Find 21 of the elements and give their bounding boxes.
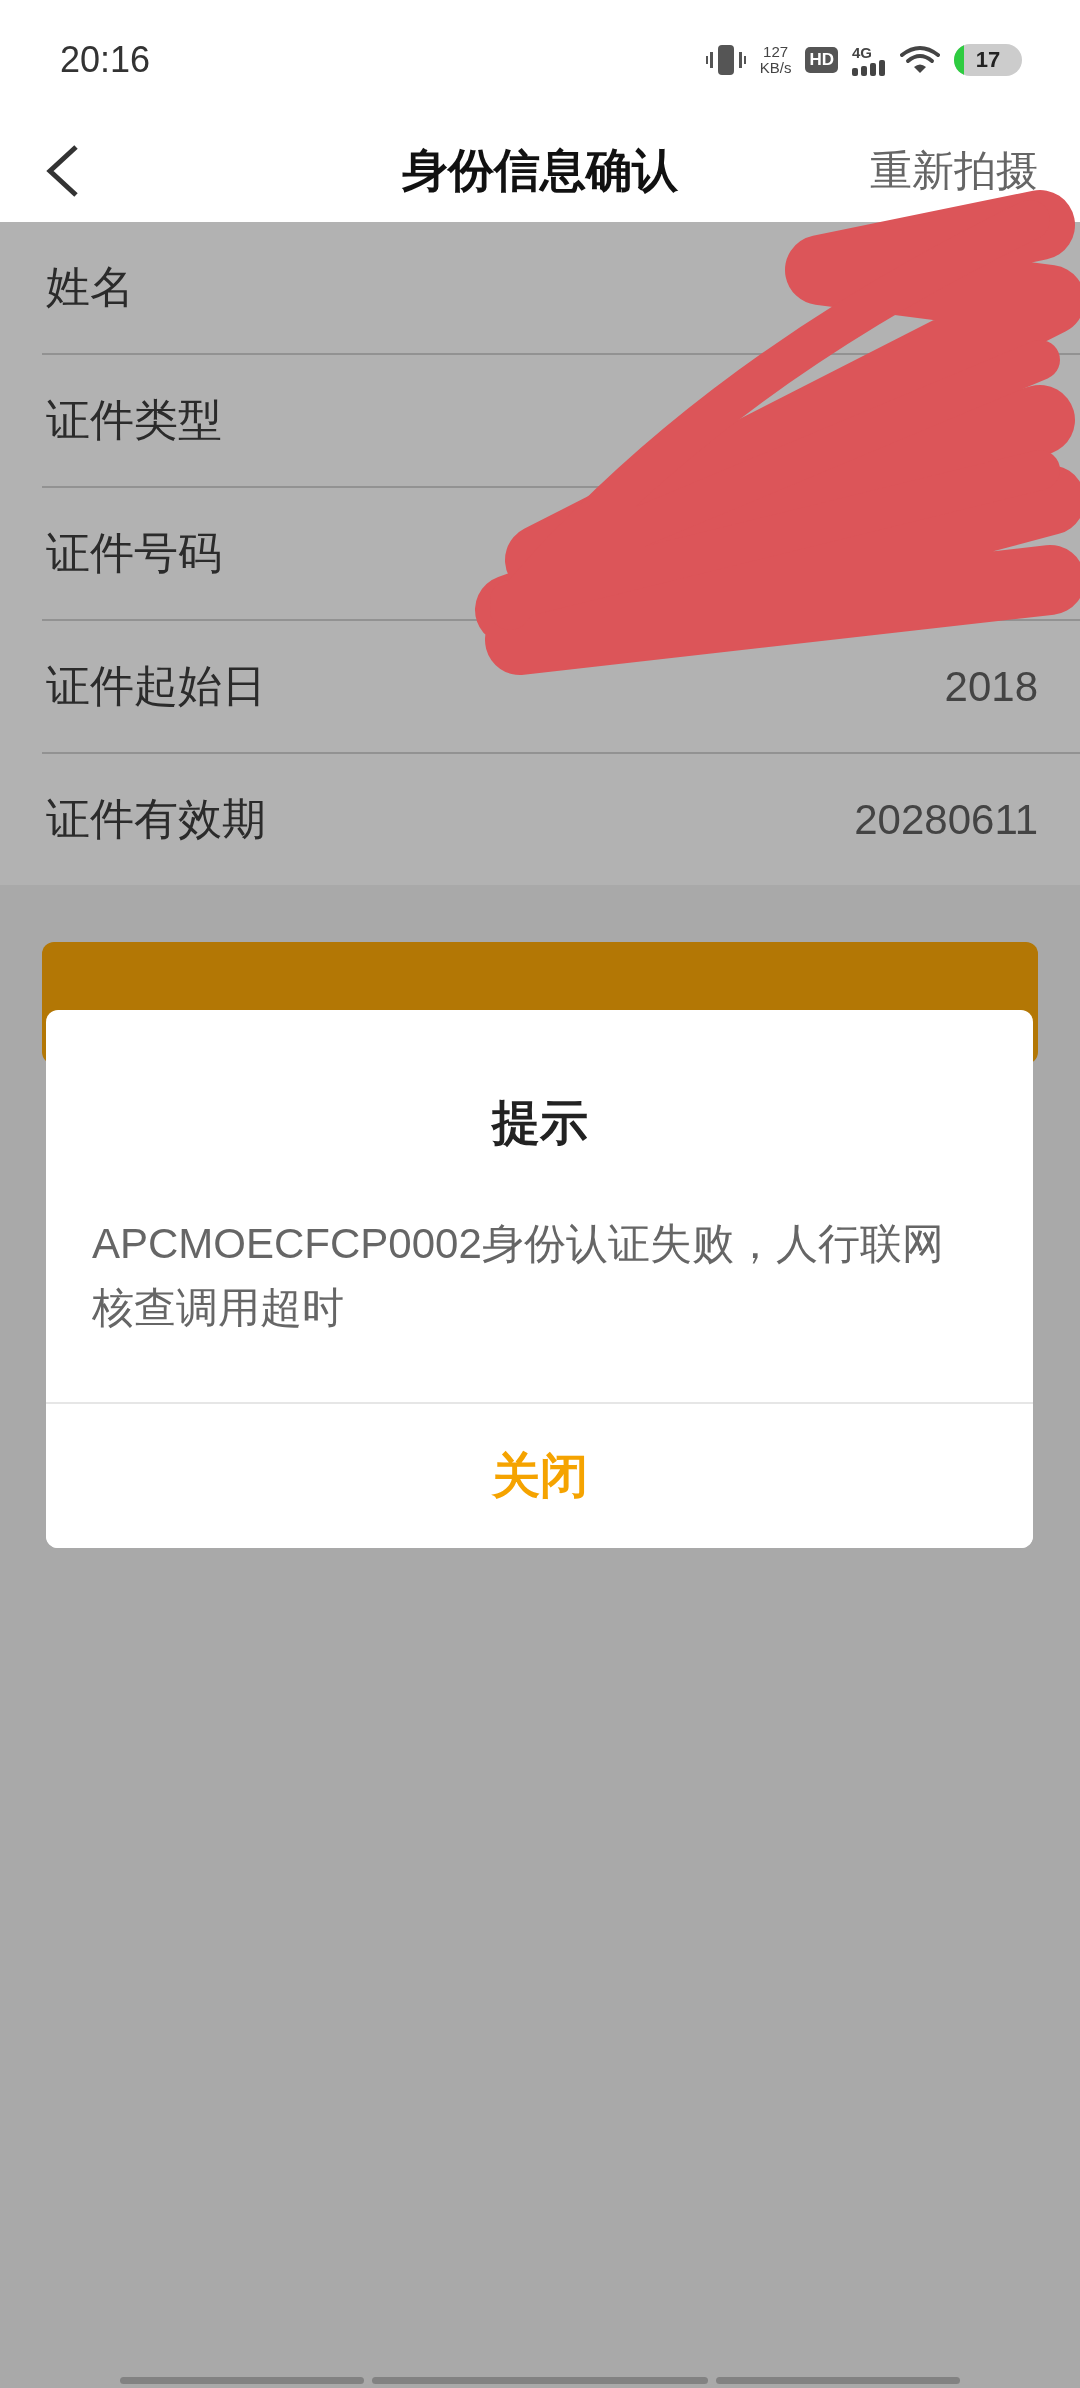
signal-icon	[852, 59, 886, 76]
wifi-icon	[900, 45, 940, 75]
page-title: 身份信息确认	[402, 143, 678, 197]
field-label: 姓名	[46, 260, 134, 314]
net-speed-unit: KB/s	[759, 60, 792, 76]
battery-level: 17	[975, 47, 1001, 73]
network-type: 4G	[852, 44, 872, 60]
field-value: 20280611	[854, 795, 1038, 844]
field-label: 证件类型	[46, 393, 222, 447]
hd-badge: HD	[805, 47, 838, 73]
vibrate-icon	[705, 43, 746, 77]
dialog-title: 提示	[491, 1094, 588, 1150]
battery-fill	[954, 44, 964, 76]
field-label: 证件有效期	[46, 792, 266, 846]
dialog-message: APCMOECFCP0002身份认证失败，人行联网核查调用超时	[92, 1219, 945, 1333]
field-value: 2018	[944, 662, 1038, 711]
status-time: 20:16	[60, 39, 151, 81]
field-label: 证件起始日	[46, 659, 266, 713]
retake-button[interactable]: 重新拍摄	[870, 143, 1038, 199]
net-speed: 127	[763, 44, 789, 60]
field-label: 证件号码	[46, 526, 222, 580]
